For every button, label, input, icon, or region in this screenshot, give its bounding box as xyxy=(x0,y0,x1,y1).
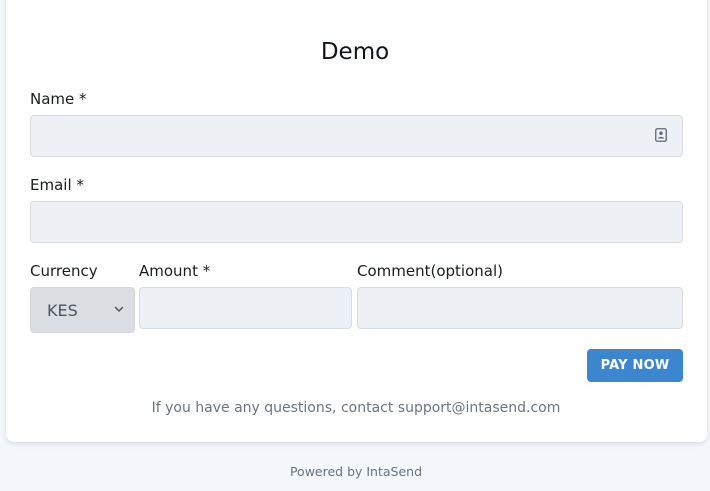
chevron-down-icon xyxy=(114,306,124,312)
powered-by-footer: Powered by IntaSend xyxy=(289,464,423,479)
support-contact-text: If you have any questions, contact suppo… xyxy=(151,400,561,416)
email-input[interactable] xyxy=(30,201,683,243)
currency-select[interactable]: KES xyxy=(30,287,135,333)
currency-selected-value: KES xyxy=(47,301,78,320)
amount-label: Amount * xyxy=(139,262,211,280)
name-label: Name * xyxy=(30,90,87,108)
form-title: Demo xyxy=(320,39,390,65)
comment-input[interactable] xyxy=(357,287,683,329)
email-label: Email * xyxy=(30,176,84,194)
amount-input[interactable] xyxy=(139,287,352,329)
name-input[interactable] xyxy=(30,115,683,157)
pay-now-button[interactable]: PAY NOW xyxy=(587,349,683,382)
comment-label: Comment(optional) xyxy=(357,262,503,280)
contact-card-icon[interactable] xyxy=(655,128,667,142)
currency-label: Currency xyxy=(30,262,98,280)
